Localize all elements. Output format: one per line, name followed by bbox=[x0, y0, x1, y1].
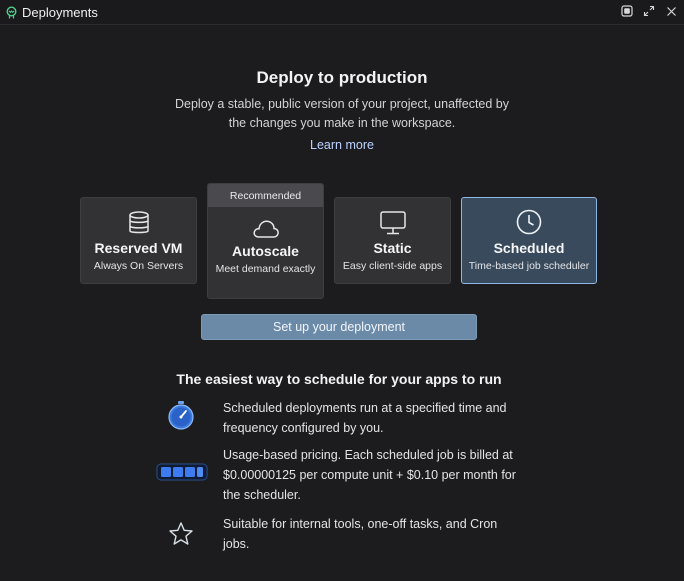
expand-icon[interactable] bbox=[642, 4, 656, 18]
picture-in-picture-icon[interactable] bbox=[620, 4, 634, 18]
cloud-icon bbox=[208, 219, 323, 239]
deployment-option-reserved-vm[interactable]: Reserved VM Always On Servers bbox=[80, 197, 197, 284]
database-icon bbox=[81, 210, 196, 236]
app-logo-icon bbox=[3, 4, 19, 20]
page-description: Deploy a stable, public version of your … bbox=[175, 97, 509, 130]
recommended-badge: Recommended bbox=[208, 184, 323, 207]
card-title: Scheduled bbox=[493, 240, 565, 256]
feature-text: Suitable for internal tools, one-off tas… bbox=[223, 517, 498, 551]
card-title: Reserved VM bbox=[94, 240, 183, 256]
info-section-title: The easiest way to schedule for your app… bbox=[176, 371, 502, 387]
card-subtitle: Time-based job scheduler bbox=[468, 260, 590, 272]
deployment-option-scheduled[interactable]: Scheduled Time-based job scheduler bbox=[461, 197, 597, 284]
learn-more-link[interactable]: Learn more bbox=[0, 138, 684, 152]
window-titlebar: Deployments bbox=[0, 0, 684, 25]
deployment-option-static[interactable]: Static Easy client-side apps bbox=[334, 197, 451, 284]
battery-icon bbox=[156, 462, 208, 482]
window-title: Deployments bbox=[22, 4, 98, 20]
feature-text: Usage-based pricing. Each scheduled job … bbox=[223, 448, 516, 502]
card-subtitle: Easy client-side apps bbox=[342, 260, 443, 272]
star-icon bbox=[166, 519, 196, 549]
deployment-option-autoscale[interactable]: Recommended Autoscale Meet demand exactl… bbox=[207, 183, 324, 299]
clock-icon bbox=[462, 208, 596, 236]
page-heading: Deploy to production bbox=[256, 68, 428, 87]
card-subtitle: Meet demand exactly bbox=[215, 263, 316, 275]
card-title: Static bbox=[373, 240, 412, 256]
card-subtitle: Always On Servers bbox=[93, 260, 184, 272]
card-title: Autoscale bbox=[232, 243, 299, 259]
close-icon[interactable] bbox=[664, 4, 678, 18]
monitor-icon bbox=[335, 210, 450, 236]
feature-text: Scheduled deployments run at a specified… bbox=[223, 401, 507, 435]
setup-deployment-button[interactable]: Set up your deployment bbox=[201, 314, 477, 340]
stopwatch-icon bbox=[166, 400, 196, 430]
